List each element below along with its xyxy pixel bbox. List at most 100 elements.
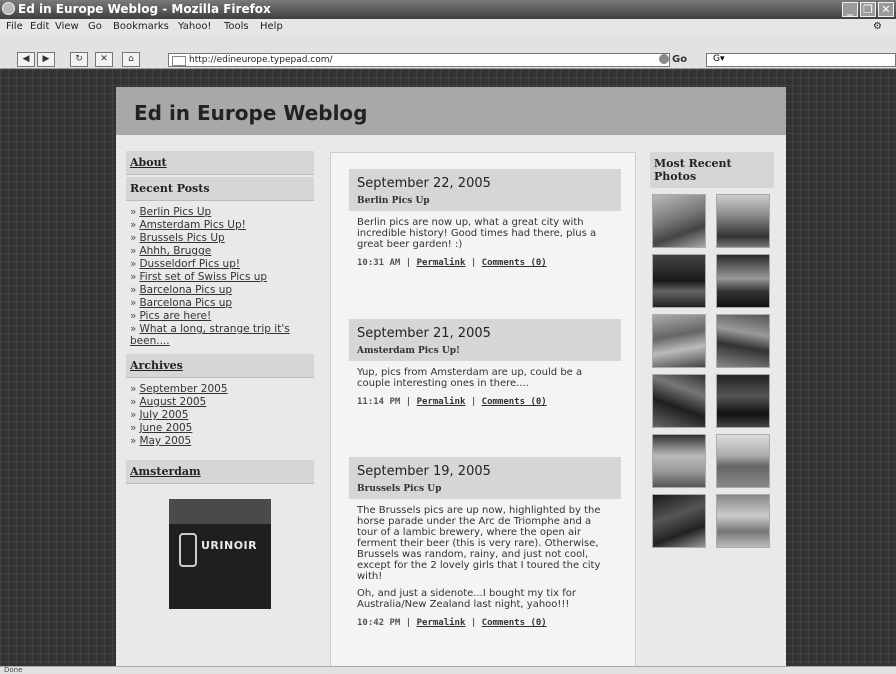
photos-heading: Most Recent Photos — [650, 152, 774, 188]
archive-link[interactable]: June 2005 — [139, 422, 192, 434]
photo-thumbnail[interactable] — [652, 494, 706, 548]
window-titlebar: Ed in Europe Weblog - Mozilla Firefox _ … — [0, 0, 896, 19]
post-time: 11:14 PM — [357, 397, 401, 407]
left-sidebar: About Recent Posts » Berlin Pics Up » Amst… — [126, 151, 314, 609]
recent-post-link[interactable]: Brussels Pics Up — [139, 232, 224, 244]
sign-figure-icon — [179, 533, 197, 567]
comments-link[interactable]: Comments (0) — [482, 397, 547, 407]
photo-sign-text: URINOIR — [201, 539, 258, 552]
photo-thumbnail[interactable] — [716, 254, 770, 308]
archives-list: » September 2005 » August 2005 » July 2005 … — [126, 380, 314, 454]
photo-thumbnail[interactable] — [652, 194, 706, 248]
photo-thumbnail[interactable] — [716, 314, 770, 368]
about-link[interactable]: About — [126, 151, 314, 175]
search-input[interactable]: G▾ — [706, 53, 896, 67]
amsterdam-photo[interactable]: URINOIR — [169, 499, 271, 609]
post-header: September 21, 2005 Amsterdam Pics Up! — [349, 319, 621, 361]
menu-yahoo[interactable]: Yahoo! — [178, 21, 211, 32]
post-title[interactable]: Amsterdam Pics Up! — [357, 346, 613, 356]
permalink-link[interactable]: Permalink — [417, 618, 466, 628]
amsterdam-heading[interactable]: Amsterdam — [126, 460, 314, 484]
go-icon[interactable] — [659, 54, 669, 64]
post-title[interactable]: Berlin Pics Up — [357, 196, 613, 206]
photo-thumbnail[interactable] — [652, 434, 706, 488]
comments-link[interactable]: Comments (0) — [482, 618, 547, 628]
menu-file[interactable]: File — [6, 21, 23, 32]
archive-link[interactable]: July 2005 — [139, 409, 188, 421]
blog-title[interactable]: Ed in Europe Weblog — [134, 101, 368, 125]
recent-post-link[interactable]: Amsterdam Pics Up! — [139, 219, 245, 231]
reload-icon[interactable]: ↻ — [70, 52, 88, 67]
recent-post-link[interactable]: Berlin Pics Up — [139, 206, 211, 218]
photo-thumbnail[interactable] — [716, 374, 770, 428]
recent-post-link[interactable]: Pics are here! — [139, 310, 211, 322]
throbber-icon: ⚙ — [873, 21, 882, 32]
recent-post-link[interactable]: Barcelona Pics up — [139, 284, 232, 296]
archive-link[interactable]: May 2005 — [139, 435, 191, 447]
permalink-link[interactable]: Permalink — [417, 397, 466, 407]
right-sidebar: Most Recent Photos — [650, 152, 774, 548]
list-item: » Ahhh, Brugge — [130, 245, 212, 257]
post: September 22, 2005 Berlin Pics Up Berlin… — [349, 169, 621, 270]
recent-post-link[interactable]: What a long, strange trip it's been.... — [130, 323, 290, 347]
menu-bookmarks[interactable]: Bookmarks — [113, 21, 169, 32]
photo-grid — [652, 194, 774, 548]
minimize-icon[interactable]: _ — [842, 2, 858, 17]
list-item: » Brussels Pics Up — [130, 232, 225, 244]
archives-heading[interactable]: Archives — [126, 354, 314, 378]
photo-thumbnail[interactable] — [652, 314, 706, 368]
list-item: » August 2005 — [130, 396, 207, 408]
page-icon — [172, 56, 186, 66]
blog-page: Ed in Europe Weblog About Recent Posts »… — [116, 87, 786, 666]
photo-thumbnail[interactable] — [716, 434, 770, 488]
go-button[interactable]: Go — [672, 54, 687, 65]
url-field[interactable]: http://edineurope.typepad.com/ — [168, 53, 670, 67]
list-item: » First set of Swiss Pics up — [130, 271, 268, 283]
post-meta: 10:42 PM | Permalink | Comments (0) — [357, 618, 547, 628]
recent-posts-heading: Recent Posts — [126, 177, 314, 201]
recent-post-link[interactable]: Dusseldorf Pics up! — [139, 258, 240, 270]
photo-thumbnail[interactable] — [652, 254, 706, 308]
recent-post-link[interactable]: Ahhh, Brugge — [139, 245, 211, 257]
recent-post-link[interactable]: First set of Swiss Pics up — [139, 271, 267, 283]
navigation-toolbar: ◀ ▶ ↻ ✕ ⌂ http://edineurope.typepad.com/… — [0, 34, 896, 69]
home-icon[interactable]: ⌂ — [122, 52, 140, 67]
recent-post-link[interactable]: Barcelona Pics up — [139, 297, 232, 309]
post-paragraph: Oh, and just a sidenote...I bought my ti… — [357, 588, 576, 610]
list-item: » Barcelona Pics up — [130, 297, 233, 309]
list-item: » July 2005 — [130, 409, 189, 421]
maximize-icon[interactable]: ❐ — [860, 2, 876, 17]
post-time: 10:42 PM — [357, 618, 401, 628]
permalink-link[interactable]: Permalink — [417, 258, 466, 268]
post-body: The Brussels pics are up now, highlighte… — [349, 499, 621, 610]
close-icon[interactable]: ✕ — [878, 2, 894, 17]
menu-tools[interactable]: Tools — [224, 21, 249, 32]
archive-link[interactable]: September 2005 — [139, 383, 227, 395]
main-column: September 22, 2005 Berlin Pics Up Berlin… — [330, 152, 636, 666]
post-paragraph: The Brussels pics are up now, highlighte… — [357, 505, 601, 582]
photo-thumbnail[interactable] — [716, 194, 770, 248]
menu-go[interactable]: Go — [88, 21, 102, 32]
post: September 19, 2005 Brussels Pics Up The … — [349, 457, 621, 630]
menu-edit[interactable]: Edit — [30, 21, 49, 32]
photo-thumbnail[interactable] — [716, 494, 770, 548]
back-icon[interactable]: ◀ — [17, 52, 35, 67]
menu-bar: File Edit View Go Bookmarks Yahoo! Tools… — [0, 19, 896, 34]
forward-icon[interactable]: ▶ — [37, 52, 55, 67]
post-meta: 11:14 PM | Permalink | Comments (0) — [357, 397, 547, 407]
post-title[interactable]: Brussels Pics Up — [357, 484, 613, 494]
photo-sky — [169, 499, 271, 524]
search-engine-icon[interactable]: G▾ — [713, 54, 725, 64]
url-text: http://edineurope.typepad.com/ — [189, 55, 333, 65]
archive-link[interactable]: August 2005 — [139, 396, 206, 408]
menu-help[interactable]: Help — [260, 21, 283, 32]
menu-view[interactable]: View — [55, 21, 79, 32]
list-item: » What a long, strange trip it's been.... — [130, 323, 290, 347]
list-item: » June 2005 — [130, 422, 193, 434]
photo-thumbnail[interactable] — [652, 374, 706, 428]
comments-link[interactable]: Comments (0) — [482, 258, 547, 268]
post-date: September 22, 2005 — [357, 176, 491, 191]
post-date: September 21, 2005 — [357, 326, 491, 341]
stop-icon[interactable]: ✕ — [95, 52, 113, 67]
post-meta: 10:31 AM | Permalink | Comments (0) — [357, 258, 547, 268]
